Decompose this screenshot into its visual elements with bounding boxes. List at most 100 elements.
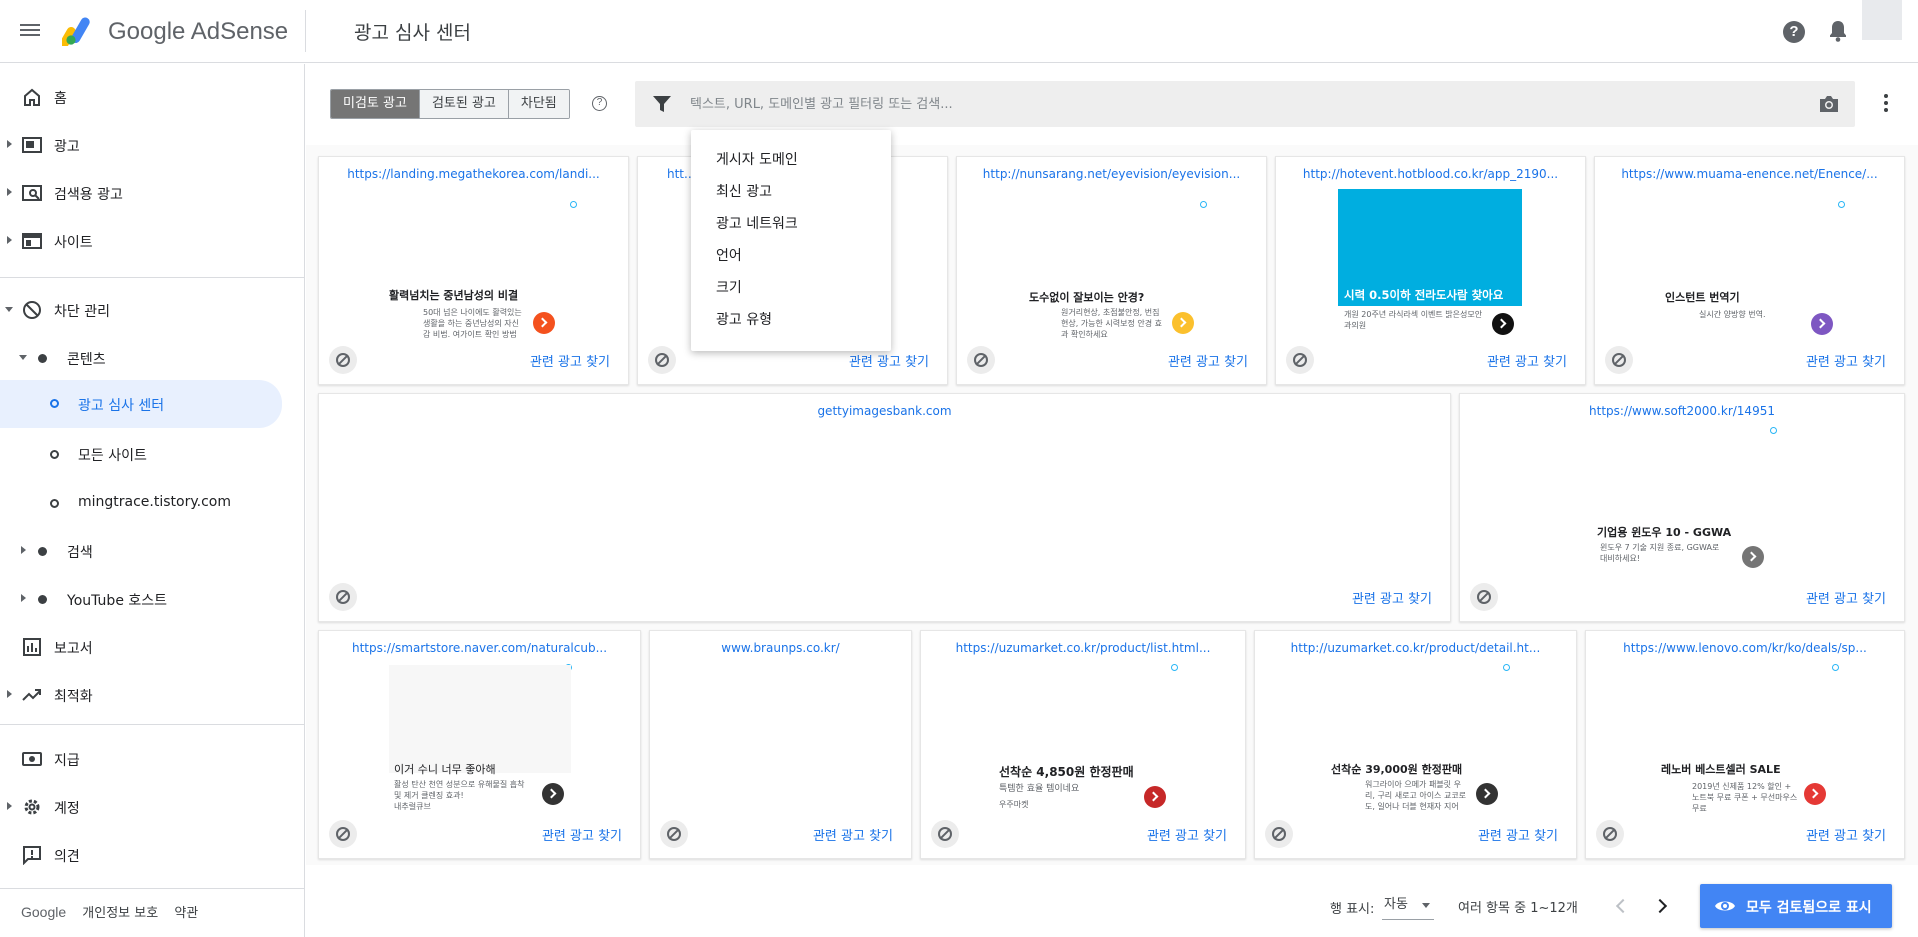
- sidebar-item-label: YouTube 호스트: [67, 593, 168, 609]
- tab-blocked[interactable]: 차단됨: [508, 90, 569, 118]
- ad-card[interactable]: https://www.soft2000.kr/14951 기업용 윈도우 10…: [1459, 393, 1905, 622]
- ad-url[interactable]: gettyimagesbank.com: [319, 404, 1450, 418]
- search-input[interactable]: [690, 92, 1790, 116]
- bullet-icon: [38, 547, 47, 556]
- block-ad-button[interactable]: [1596, 820, 1624, 848]
- sidebar-item-label: 사이트: [54, 235, 93, 251]
- sidebar-item-home[interactable]: 홈: [0, 74, 282, 120]
- sidebar-item-search-ads[interactable]: 검색용 광고: [0, 170, 282, 216]
- adchoices-icon: [1200, 201, 1207, 208]
- chevron-right-icon: [7, 690, 12, 698]
- find-related-ads-link[interactable]: 관련 광고 찾기: [530, 351, 610, 370]
- circle-outline-icon: [50, 399, 59, 408]
- ad-card[interactable]: https://smartstore.naver.com/naturalcub.…: [318, 630, 641, 859]
- ad-body: 워그라이아 으메가 패블릿 우리, 구리 새로고 아이스 교코로도, 일어나 더…: [1365, 780, 1467, 811]
- ad-url[interactable]: http://uzumarket.co.kr/product/detail.ht…: [1255, 641, 1576, 655]
- tab-reviewed[interactable]: 검토된 광고: [419, 90, 509, 118]
- ad-url[interactable]: https://www.muama-enence.net/Enence/...: [1595, 167, 1904, 181]
- ad-url[interactable]: http://nunsarang.net/eyevision/eyevision…: [957, 167, 1266, 181]
- ad-url[interactable]: https://www.soft2000.kr/14951: [1460, 404, 1904, 418]
- block-ad-button[interactable]: [1286, 346, 1314, 374]
- avatar[interactable]: [1862, 0, 1902, 40]
- ad-card[interactable]: http://hotevent.hotblood.co.kr/app_2190.…: [1275, 156, 1586, 385]
- bell-icon[interactable]: [1827, 19, 1849, 43]
- find-related-ads-link[interactable]: 관련 광고 찾기: [1806, 351, 1886, 370]
- find-related-ads-link[interactable]: 관련 광고 찾기: [1487, 351, 1567, 370]
- menu-item-latest-ads[interactable]: 최신 광고: [691, 176, 891, 208]
- tab-unreviewed[interactable]: 미검토 광고: [331, 90, 420, 118]
- find-related-ads-link[interactable]: 관련 광고 찾기: [1806, 588, 1886, 607]
- sidebar-item-account[interactable]: 계정: [0, 784, 282, 830]
- help-icon[interactable]: ?: [592, 96, 607, 111]
- block-ad-button[interactable]: [967, 346, 995, 374]
- adchoices-icon: [1832, 664, 1839, 671]
- ad-card[interactable]: https://www.lenovo.com/kr/ko/deals/sp...…: [1585, 630, 1905, 859]
- hamburger-icon[interactable]: [20, 21, 40, 41]
- find-related-ads-link[interactable]: 관련 광고 찾기: [542, 825, 622, 844]
- privacy-link[interactable]: 개인정보 보호: [82, 906, 158, 921]
- menu-item-language[interactable]: 언어: [691, 240, 891, 272]
- ad-url[interactable]: www.braunps.co.kr/: [650, 641, 911, 655]
- find-related-ads-link[interactable]: 관련 광고 찾기: [1806, 825, 1886, 844]
- find-related-ads-link[interactable]: 관련 광고 찾기: [1168, 351, 1248, 370]
- block-ad-button[interactable]: [660, 820, 688, 848]
- block-ad-button[interactable]: [1605, 346, 1633, 374]
- sidebar-item-feedback[interactable]: 의견: [0, 832, 282, 878]
- google-link[interactable]: Google: [21, 904, 66, 920]
- chevron-left-icon[interactable]: [1610, 896, 1630, 916]
- rows-per-page-select[interactable]: 자동: [1382, 894, 1434, 920]
- chevron-right-icon[interactable]: [1650, 896, 1670, 916]
- sidebar-item-all-sites[interactable]: 모든 사이트: [0, 431, 282, 477]
- block-ad-button[interactable]: [648, 346, 676, 374]
- block-ad-button[interactable]: [329, 583, 357, 611]
- sidebar-item-search[interactable]: 검색: [0, 528, 282, 574]
- camera-icon[interactable]: [1819, 95, 1839, 113]
- block-ad-button[interactable]: [1470, 583, 1498, 611]
- block-ad-button[interactable]: [329, 346, 357, 374]
- sites-icon: [22, 233, 42, 249]
- block-ad-button[interactable]: [329, 820, 357, 848]
- menu-item-size[interactable]: 크기: [691, 272, 891, 304]
- ad-url[interactable]: https://www.lenovo.com/kr/ko/deals/sp...: [1586, 641, 1904, 655]
- ad-card[interactable]: www.braunps.co.kr/ 관련 광고 찾기: [649, 630, 912, 859]
- sidebar-item-reports[interactable]: 보고서: [0, 624, 282, 670]
- ad-url[interactable]: https://landing.megathekorea.com/landi..…: [319, 167, 628, 181]
- find-related-ads-link[interactable]: 관련 광고 찾기: [849, 351, 929, 370]
- more-vert-icon[interactable]: [1883, 94, 1889, 114]
- ad-url[interactable]: https://uzumarket.co.kr/product/list.htm…: [921, 641, 1245, 655]
- menu-item-publisher-domain[interactable]: 게시자 도메인: [691, 144, 891, 176]
- find-related-ads-link[interactable]: 관련 광고 찾기: [1352, 588, 1432, 607]
- sidebar-item-content[interactable]: 콘텐츠: [0, 335, 282, 381]
- ad-url[interactable]: https://smartstore.naver.com/naturalcub.…: [319, 641, 640, 655]
- find-related-ads-link[interactable]: 관련 광고 찾기: [1478, 825, 1558, 844]
- ad-card[interactable]: https://www.muama-enence.net/Enence/... …: [1594, 156, 1905, 385]
- block-ad-button[interactable]: [1265, 820, 1293, 848]
- sidebar-item-ad-review-center[interactable]: 광고 심사 센터: [0, 380, 282, 428]
- sidebar-item-blocking-controls[interactable]: 차단 관리: [0, 287, 282, 333]
- ad-url[interactable]: http://hotevent.hotblood.co.kr/app_2190.…: [1276, 167, 1585, 181]
- menu-item-ad-type[interactable]: 광고 유형: [691, 304, 891, 336]
- sidebar-item-youtube-host[interactable]: YouTube 호스트: [0, 576, 282, 622]
- optimization-icon: [22, 689, 41, 701]
- ad-body: 실시간 양방향 번역.: [1699, 310, 1766, 319]
- ad-image: [389, 665, 571, 773]
- terms-link[interactable]: 약관: [174, 906, 198, 921]
- ad-card[interactable]: http://nunsarang.net/eyevision/eyevision…: [956, 156, 1267, 385]
- help-icon[interactable]: ?: [1783, 21, 1805, 43]
- sidebar-item-mingtrace[interactable]: mingtrace.tistory.com: [0, 480, 282, 526]
- menu-item-ad-network[interactable]: 광고 네트워크: [691, 208, 891, 240]
- sidebar-item-sites[interactable]: 사이트: [0, 218, 282, 264]
- filter-icon[interactable]: [653, 96, 671, 112]
- ad-card[interactable]: https://landing.megathekorea.com/landi..…: [318, 156, 629, 385]
- ad-card[interactable]: gettyimagesbank.com 관련 광고 찾기: [318, 393, 1451, 622]
- ad-headline: 기업용 윈도우 10 - GGWA: [1597, 526, 1732, 539]
- sidebar-item-optimization[interactable]: 최적화: [0, 672, 282, 718]
- ad-card[interactable]: https://uzumarket.co.kr/product/list.htm…: [920, 630, 1246, 859]
- sidebar-item-payments[interactable]: 지급: [0, 736, 282, 782]
- find-related-ads-link[interactable]: 관련 광고 찾기: [813, 825, 893, 844]
- ad-card[interactable]: http://uzumarket.co.kr/product/detail.ht…: [1254, 630, 1577, 859]
- find-related-ads-link[interactable]: 관련 광고 찾기: [1147, 825, 1227, 844]
- mark-all-reviewed-button[interactable]: 모두 검토됨으로 표시: [1700, 884, 1892, 928]
- block-ad-button[interactable]: [931, 820, 959, 848]
- sidebar-item-ads[interactable]: 광고: [0, 122, 282, 168]
